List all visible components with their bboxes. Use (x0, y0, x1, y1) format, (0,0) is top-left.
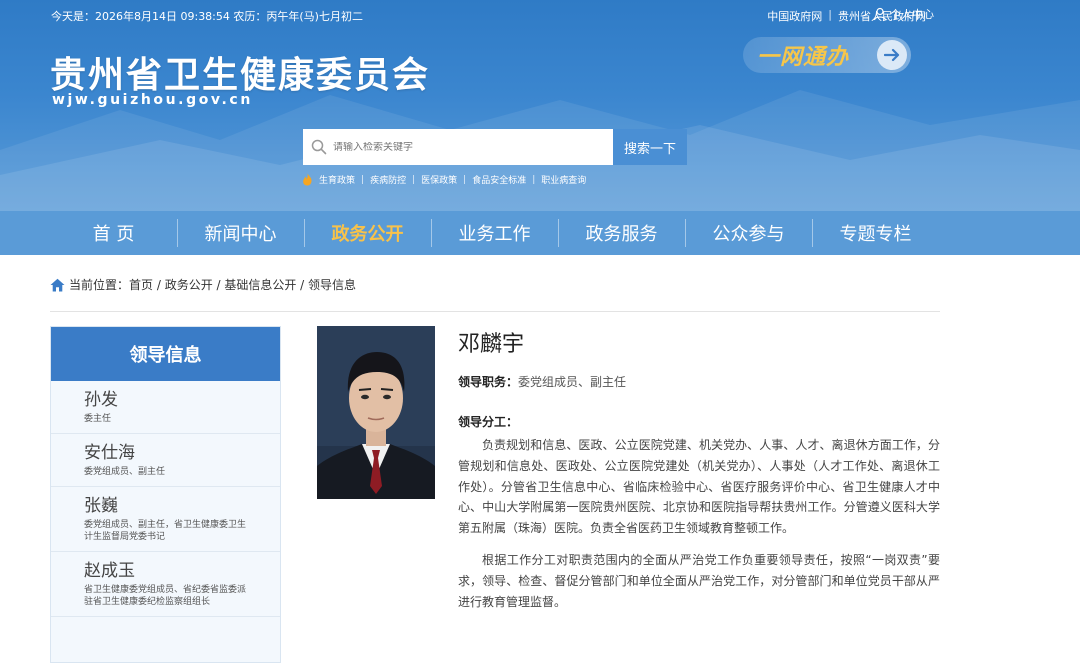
user-icon (873, 7, 887, 21)
nav-item-gov-affairs[interactable]: 政务公开 (304, 211, 431, 255)
nav-item-news[interactable]: 新闻中心 (177, 211, 304, 255)
home-icon (50, 278, 65, 291)
nav-item-services[interactable]: 政务服务 (558, 211, 685, 255)
position-line: 领导职务：委党组成员、副主任 (458, 373, 626, 390)
leader-photo (317, 326, 435, 499)
leader-name: 孙发 (84, 390, 118, 410)
leader-role: 委党组成员、副主任，省卫生健康委卫生计生监督局党委书记 (84, 520, 247, 542)
search-icon (311, 139, 327, 155)
leader-name: 张巍 (84, 496, 118, 516)
leader-list-item[interactable]: 安仕海 委党组成员、副主任 (51, 434, 280, 487)
arrow-right-icon (877, 40, 907, 70)
sidebar-title: 领导信息 (51, 327, 280, 381)
leader-name: 安仕海 (84, 443, 135, 463)
leader-name-heading: 邓麟宇 (458, 332, 525, 357)
link-separator: | (532, 174, 536, 185)
site-domain: wjw.guizhou.gov.cn (52, 92, 253, 108)
leader-name: 赵成玉 (84, 561, 135, 581)
user-center-label: 个人中心 (890, 8, 934, 21)
search-box (303, 129, 613, 165)
user-center-link[interactable]: 个人中心 (873, 6, 934, 22)
hot-word-link[interactable]: 生育政策 (313, 173, 361, 186)
hot-word-link[interactable]: 职业病查询 (535, 173, 592, 186)
search-button[interactable]: 搜索一下 (613, 129, 687, 165)
divider (50, 311, 940, 312)
yiwangtongban-label: 一网通办 (757, 44, 850, 70)
date-line: 今天是：2026年8月14日 09:38:54 农历：丙午年(马)七月初二 (51, 10, 363, 23)
site-header: 今天是：2026年8月14日 09:38:54 农历：丙午年(马)七月初二 中国… (0, 0, 1080, 211)
hot-word-link[interactable]: 医保政策 (415, 173, 463, 186)
duty-paragraph: 负责规划和信息、医政、公立医院党建、机关党办、人事、人才、离退休方面工作，分管规… (458, 438, 940, 536)
leader-list-item[interactable]: 张巍 委党组成员、副主任，省卫生健康委卫生计生监督局党委书记 (51, 487, 280, 552)
nav-item-business[interactable]: 业务工作 (431, 211, 558, 255)
link-separator: | (361, 174, 365, 185)
position-label: 领导职务： (458, 375, 519, 389)
top-link-gov[interactable]: 中国政府网 (761, 8, 828, 24)
position-value: 委党组成员、副主任 (518, 375, 627, 389)
yiwangtongban-button[interactable]: 一网通办 (743, 37, 911, 73)
main-nav: 首 页 新闻中心 政务公开 业务工作 政务服务 公众参与 专题专栏 (0, 211, 1080, 255)
hot-word-link[interactable]: 疾病防控 (364, 173, 412, 186)
nav-items: 首 页 新闻中心 政务公开 业务工作 政务服务 公众参与 专题专栏 (50, 211, 940, 255)
hot-word-link[interactable]: 食品安全标准 (466, 173, 532, 186)
link-separator: | (828, 8, 832, 21)
leader-list-item[interactable]: 赵成玉 省卫生健康委党组成员、省纪委省监委派驻省卫生健康委纪检监察组组长 (51, 552, 280, 617)
breadcrumb-path[interactable]: 首页 / 政务公开 / 基础信息公开 / 领导信息 (129, 276, 356, 293)
duty-label: 领导分工： (458, 415, 519, 429)
nav-item-home[interactable]: 首 页 (50, 211, 177, 255)
leader-role: 省卫生健康委党组成员、省纪委省监委派驻省卫生健康委纪检监察组组长 (84, 585, 247, 607)
hot-words: 生育政策 | 疾病防控 | 医保政策 | 食品安全标准 | 职业病查询 (302, 173, 592, 186)
leader-role: 委党组成员、副主任 (84, 467, 166, 477)
duty-paragraph: 根据工作分工对职责范围内的全面从严治党工作负重要领导责任，按照“一岗双责”要求，… (458, 553, 940, 609)
breadcrumb: 当前位置： 首页 / 政务公开 / 基础信息公开 / 领导信息 (50, 276, 356, 293)
link-separator: | (463, 174, 467, 185)
leader-sidebar: 领导信息 孙发 委主任 安仕海 委党组成员、副主任 张巍 委党组成员、副主任，省… (50, 326, 281, 663)
nav-item-participation[interactable]: 公众参与 (685, 211, 812, 255)
leader-list-item[interactable]: 孙发 委主任 (51, 381, 280, 434)
site-title[interactable]: 贵州省卫生健康委员会 (50, 46, 430, 98)
breadcrumb-prefix: 当前位置： (69, 278, 130, 292)
nav-item-topics[interactable]: 专题专栏 (812, 211, 939, 255)
portrait-illustration (317, 326, 435, 499)
search-input[interactable] (333, 141, 593, 153)
leader-role: 委主任 (84, 414, 112, 424)
fire-icon (303, 173, 312, 186)
link-separator: | (412, 174, 416, 185)
